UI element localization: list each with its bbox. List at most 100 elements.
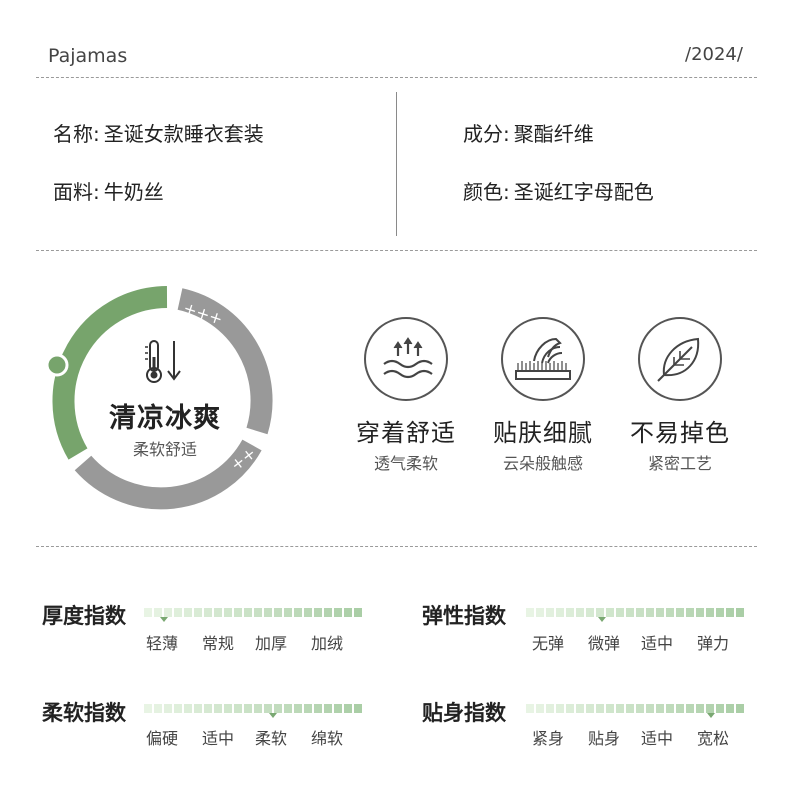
scale-cell	[716, 704, 724, 713]
metric-title: 柔软指数	[42, 701, 126, 725]
divider-bottom	[36, 546, 757, 547]
scale-cell	[596, 608, 604, 617]
scale-cell	[576, 608, 584, 617]
scale-cell	[656, 704, 664, 713]
scale-cell	[154, 608, 162, 617]
scale-cell	[706, 704, 714, 713]
scale-cell	[174, 608, 182, 617]
scale-cell	[354, 704, 362, 713]
scale-cell	[344, 704, 352, 713]
scale-cell	[184, 608, 192, 617]
scale-cell	[726, 704, 734, 713]
scale-cell	[566, 704, 574, 713]
feature-skin-subtitle: 云朵般触感	[502, 454, 583, 473]
metric-option: 柔软	[255, 729, 288, 748]
scale-cell	[184, 704, 192, 713]
scale-cell	[324, 704, 332, 713]
feature-comfort: 穿着舒适 透气柔软	[326, 317, 486, 474]
scale-cell	[526, 608, 534, 617]
year-label: /2024/	[685, 44, 743, 65]
scale-cell	[726, 608, 734, 617]
scale-cell	[304, 704, 312, 713]
info-material: 面料: 牛奶丝	[53, 176, 164, 205]
scale-cell	[214, 608, 222, 617]
breathable-waves-icon	[364, 317, 448, 401]
metric-title: 弹性指数	[422, 604, 506, 628]
metric-title: 厚度指数	[42, 604, 126, 628]
scale-cell	[706, 608, 714, 617]
scale-cell	[556, 704, 564, 713]
scale-cell	[224, 704, 232, 713]
scale-cell	[334, 704, 342, 713]
divider-middle	[36, 250, 757, 251]
scale-cell	[194, 704, 202, 713]
feature-colorfast: 不易掉色 紧密工艺	[600, 317, 760, 474]
scale-cell	[646, 608, 654, 617]
info-name-label: 名称:	[53, 122, 100, 146]
metric-scale-bar	[144, 704, 362, 718]
scale-cell	[334, 608, 342, 617]
info-name-value: 圣诞女款睡衣套装	[103, 122, 264, 146]
scale-cell	[294, 608, 302, 617]
scale-cell	[686, 704, 694, 713]
metric-option: 轻薄	[146, 634, 179, 653]
scale-cell	[254, 704, 262, 713]
scale-cell	[646, 704, 654, 713]
feature-comfort-title: 穿着舒适	[356, 419, 456, 447]
feature-skin: 贴肤细腻 云朵般触感	[463, 317, 623, 474]
metric-title: 贴身指数	[422, 701, 506, 725]
scale-cell	[144, 608, 152, 617]
scale-cell	[616, 704, 624, 713]
scale-cell	[234, 704, 242, 713]
info-composition-value: 聚酯纤维	[513, 122, 594, 146]
scale-cell	[656, 608, 664, 617]
metric-option: 加绒	[311, 634, 344, 653]
scale-cell	[676, 608, 684, 617]
scale-cell	[274, 704, 282, 713]
scale-cell	[606, 704, 614, 713]
metric-scale-bar	[526, 704, 744, 718]
metric-option: 加厚	[255, 634, 288, 653]
scale-cell	[214, 704, 222, 713]
scale-marker	[269, 713, 277, 718]
metric-option: 适中	[641, 729, 674, 748]
info-color-label: 颜色:	[463, 180, 510, 204]
scale-cell	[324, 608, 332, 617]
scale-marker	[707, 713, 715, 718]
metric-option: 紧身	[532, 729, 565, 748]
brand-label: Pajamas	[48, 45, 128, 67]
scale-cell	[284, 608, 292, 617]
scale-cell	[344, 608, 352, 617]
ring-dot	[45, 353, 69, 377]
scale-cell	[626, 608, 634, 617]
scale-cell	[244, 608, 252, 617]
scale-cell	[696, 704, 704, 713]
scale-cell	[234, 608, 242, 617]
feature-skin-title: 贴肤细腻	[493, 419, 593, 447]
scale-cell	[686, 608, 694, 617]
scale-cell	[264, 608, 272, 617]
scale-cell	[546, 608, 554, 617]
scale-cell	[716, 608, 724, 617]
scale-cell	[616, 608, 624, 617]
ring-subtitle: 柔软舒适	[132, 440, 197, 459]
scale-cell	[636, 608, 644, 617]
info-color: 颜色: 圣诞红字母配色	[463, 176, 654, 205]
info-name: 名称: 圣诞女款睡衣套装	[53, 118, 264, 147]
scale-cell	[284, 704, 292, 713]
info-material-label: 面料:	[53, 180, 100, 204]
scale-cell	[526, 704, 534, 713]
ring-title: 清凉冰爽	[109, 403, 221, 434]
scale-cell	[174, 704, 182, 713]
scale-cell	[194, 608, 202, 617]
scale-cell	[294, 704, 302, 713]
scale-cell	[264, 704, 272, 713]
ring-plus-top: +++	[181, 298, 225, 328]
scale-cell	[254, 608, 262, 617]
scale-cell	[676, 704, 684, 713]
metric-option: 绵软	[311, 729, 344, 748]
scale-cell	[666, 704, 674, 713]
scale-cell	[164, 608, 172, 617]
scale-cell	[204, 704, 212, 713]
scale-marker	[160, 617, 168, 622]
